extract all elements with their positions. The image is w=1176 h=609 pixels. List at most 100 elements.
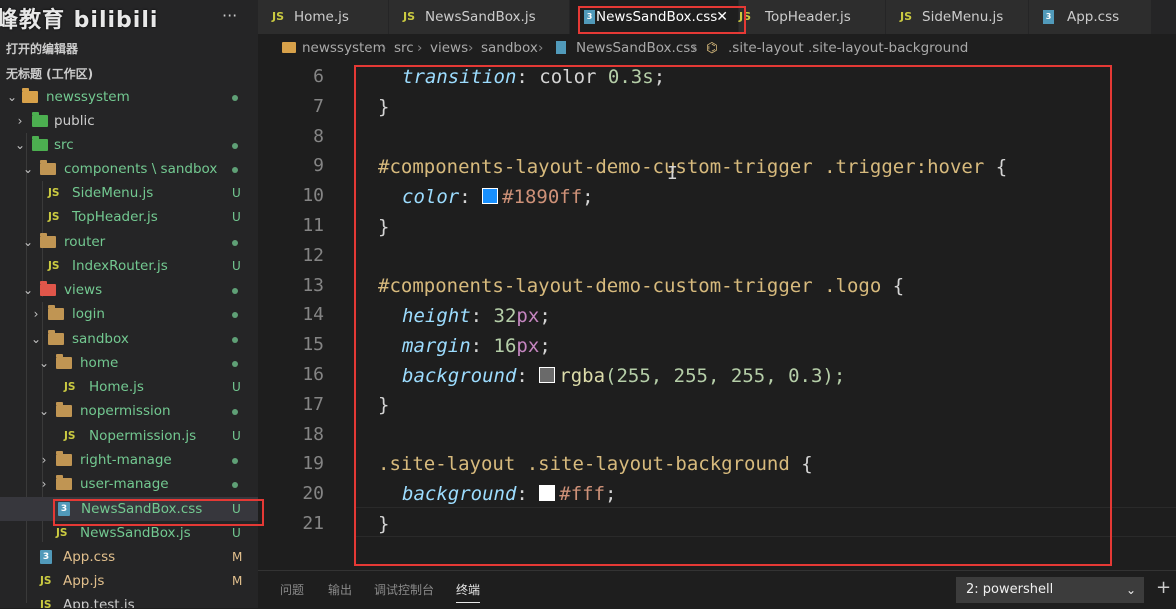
tree-item-label: nopermission [80, 403, 171, 419]
tab-debug-console[interactable]: 调试控制台 [374, 581, 434, 598]
code-editor[interactable]: 6 7 8 9 10 11 12 13 14 15 16 17 18 19 20 21 transition:… [258, 62, 1176, 570]
tree-item-login[interactable]: › login [0, 302, 258, 326]
line-number: 18 [302, 423, 324, 445]
more-actions-icon[interactable]: ··· [222, 6, 237, 25]
tree-item-label: views [64, 282, 103, 298]
color-swatch[interactable] [539, 367, 556, 383]
tree-item-topheader-js[interactable]: JS TopHeader.js U [0, 205, 258, 229]
chevron-down-icon[interactable]: ⌄ [38, 351, 50, 375]
tree-item-newssystem[interactable]: ⌄ newssystem [0, 85, 258, 109]
line-number: 8 [313, 125, 324, 147]
js-file-icon: JS [739, 10, 752, 23]
chevron-down-icon[interactable]: ⌄ [38, 399, 50, 423]
close-icon[interactable]: ✕ [716, 0, 728, 34]
tree-item-home-js[interactable]: JS Home.js U [0, 375, 258, 399]
git-status-badge: M [232, 550, 243, 564]
chevron-down-icon[interactable]: ⌄ [22, 157, 34, 181]
chevron-down-icon[interactable]: ⌄ [22, 230, 34, 254]
tab-output[interactable]: 输出 [328, 581, 352, 598]
tree-item-app-test-js[interactable]: JS App.test.js [0, 593, 258, 608]
chevron-right-icon[interactable]: › [38, 448, 50, 472]
chevron-right-icon[interactable]: › [14, 109, 26, 133]
line-number: 13 [302, 274, 324, 296]
line-number: 19 [302, 453, 324, 475]
tree-item-label: home [80, 355, 119, 371]
tree-item-label: IndexRouter.js [72, 258, 168, 274]
git-status-dot [232, 288, 238, 294]
tab-newssandbox-js[interactable]: JS NewsSandBox.js [389, 0, 570, 34]
line-number: 20 [302, 483, 324, 505]
tree-item-views[interactable]: ⌄ views [0, 278, 258, 302]
tab-sidemenu-js[interactable]: JS SideMenu.js [886, 0, 1029, 34]
tree-item-nopermission-js[interactable]: JS Nopermission.js U [0, 424, 258, 448]
folder-icon [32, 112, 48, 127]
chevron-down-icon[interactable]: ⌄ [30, 327, 42, 351]
breadcrumb-separator: › [692, 40, 698, 56]
tab-problems[interactable]: 问题 [280, 581, 304, 598]
breadcrumb-item[interactable]: newssystem [302, 34, 386, 62]
breadcrumb-item[interactable]: NewsSandBox.css [576, 34, 697, 62]
folder-icon [56, 354, 72, 369]
line-number: 17 [302, 393, 324, 415]
code-line-21: } [378, 513, 390, 535]
git-status-dot [232, 361, 238, 367]
tree-item-label: App.css [63, 549, 116, 565]
tree-item-label: App.js [63, 573, 105, 589]
css-file-icon: 3 [584, 10, 595, 24]
tree-item-label: NewsSandBox.css [81, 501, 203, 517]
chevron-right-icon[interactable]: › [30, 302, 42, 326]
tree-item-label: App.test.js [63, 597, 135, 608]
breadcrumb-item[interactable]: sandbox [481, 34, 538, 62]
mouse-ibeam-cursor: I [667, 163, 678, 184]
code-line-19: .site-layout .site-layout-background { [378, 453, 813, 475]
tree-item-newssandbox-css[interactable]: 3 NewsSandBox.css U [0, 497, 258, 521]
tab-topheader-js[interactable]: JS TopHeader.js [739, 0, 886, 34]
chevron-right-icon[interactable]: › [38, 472, 50, 496]
tree-item-sandbox[interactable]: ⌄ sandbox [0, 327, 258, 351]
git-status-badge: U [232, 259, 241, 273]
breadcrumb-item[interactable]: src [394, 34, 414, 62]
chevron-down-icon[interactable]: ⌄ [14, 133, 26, 157]
git-status-dot [232, 458, 238, 464]
tree-item-home[interactable]: ⌄ home [0, 351, 258, 375]
breadcrumb: newssystem › src › views › sandbox › New… [258, 34, 1176, 62]
tree-item-newssandbox-js[interactable]: JS NewsSandBox.js U [0, 521, 258, 545]
tree-item-public[interactable]: › public [0, 109, 258, 133]
tree-item-app-css[interactable]: 3 App.css M [0, 545, 258, 569]
workspace-section[interactable]: 无标题 (工作区) [6, 65, 93, 82]
tree-item-app-js[interactable]: JS App.js M [0, 569, 258, 593]
tree-item-label: right-manage [80, 452, 172, 468]
chevron-down-icon[interactable]: ⌄ [22, 278, 34, 302]
tab-app-css[interactable]: 3 App.css [1029, 0, 1152, 34]
folder-icon [56, 451, 72, 466]
new-terminal-icon[interactable]: + [1156, 577, 1171, 598]
line-number: 12 [302, 244, 324, 266]
tree-item-right-manage[interactable]: › right-manage [0, 448, 258, 472]
tab-home-js[interactable]: JS Home.js [258, 0, 389, 34]
open-editors-section[interactable]: 打开的编辑器 [6, 40, 78, 57]
terminal-select[interactable]: 2: powershell ⌄ [956, 577, 1144, 603]
tree-item-indexrouter-js[interactable]: JS IndexRouter.js U [0, 254, 258, 278]
tree-item-router[interactable]: ⌄ router [0, 230, 258, 254]
js-file-icon: JS [403, 10, 416, 23]
tree-item-user-manage[interactable]: › user-manage [0, 472, 258, 496]
tab-newssandbox-css[interactable]: 3 NewsSandBox.css ✕ [570, 0, 739, 34]
breadcrumb-item[interactable]: .site-layout .site-layout-background [728, 34, 968, 62]
breadcrumb-separator: › [417, 40, 423, 56]
tab-terminal[interactable]: 终端 [456, 581, 481, 603]
git-status-badge: U [232, 429, 241, 443]
js-file-icon: JS [40, 575, 52, 587]
tab-label: NewsSandBox.css [596, 9, 718, 25]
tree-item-components-sandbox[interactable]: ⌄ components \ sandbox [0, 157, 258, 181]
color-swatch[interactable] [482, 188, 499, 204]
color-swatch[interactable] [539, 485, 556, 501]
chevron-down-icon[interactable]: ⌄ [6, 85, 18, 109]
tree-item-sidemenu-js[interactable]: JS SideMenu.js U [0, 181, 258, 205]
tree-item-label: sandbox [72, 331, 129, 347]
explorer-sidebar: 峰教育 bilibili ··· 打开的编辑器 无标题 (工作区) ⌄ newss… [0, 0, 258, 608]
folder-icon [22, 88, 38, 103]
tree-item-src[interactable]: ⌄ src [0, 133, 258, 157]
code-line-6: transition: color 0.3s; [402, 66, 666, 88]
tree-item-nopermission[interactable]: ⌄ nopermission [0, 399, 258, 423]
breadcrumb-item[interactable]: views [430, 34, 468, 62]
